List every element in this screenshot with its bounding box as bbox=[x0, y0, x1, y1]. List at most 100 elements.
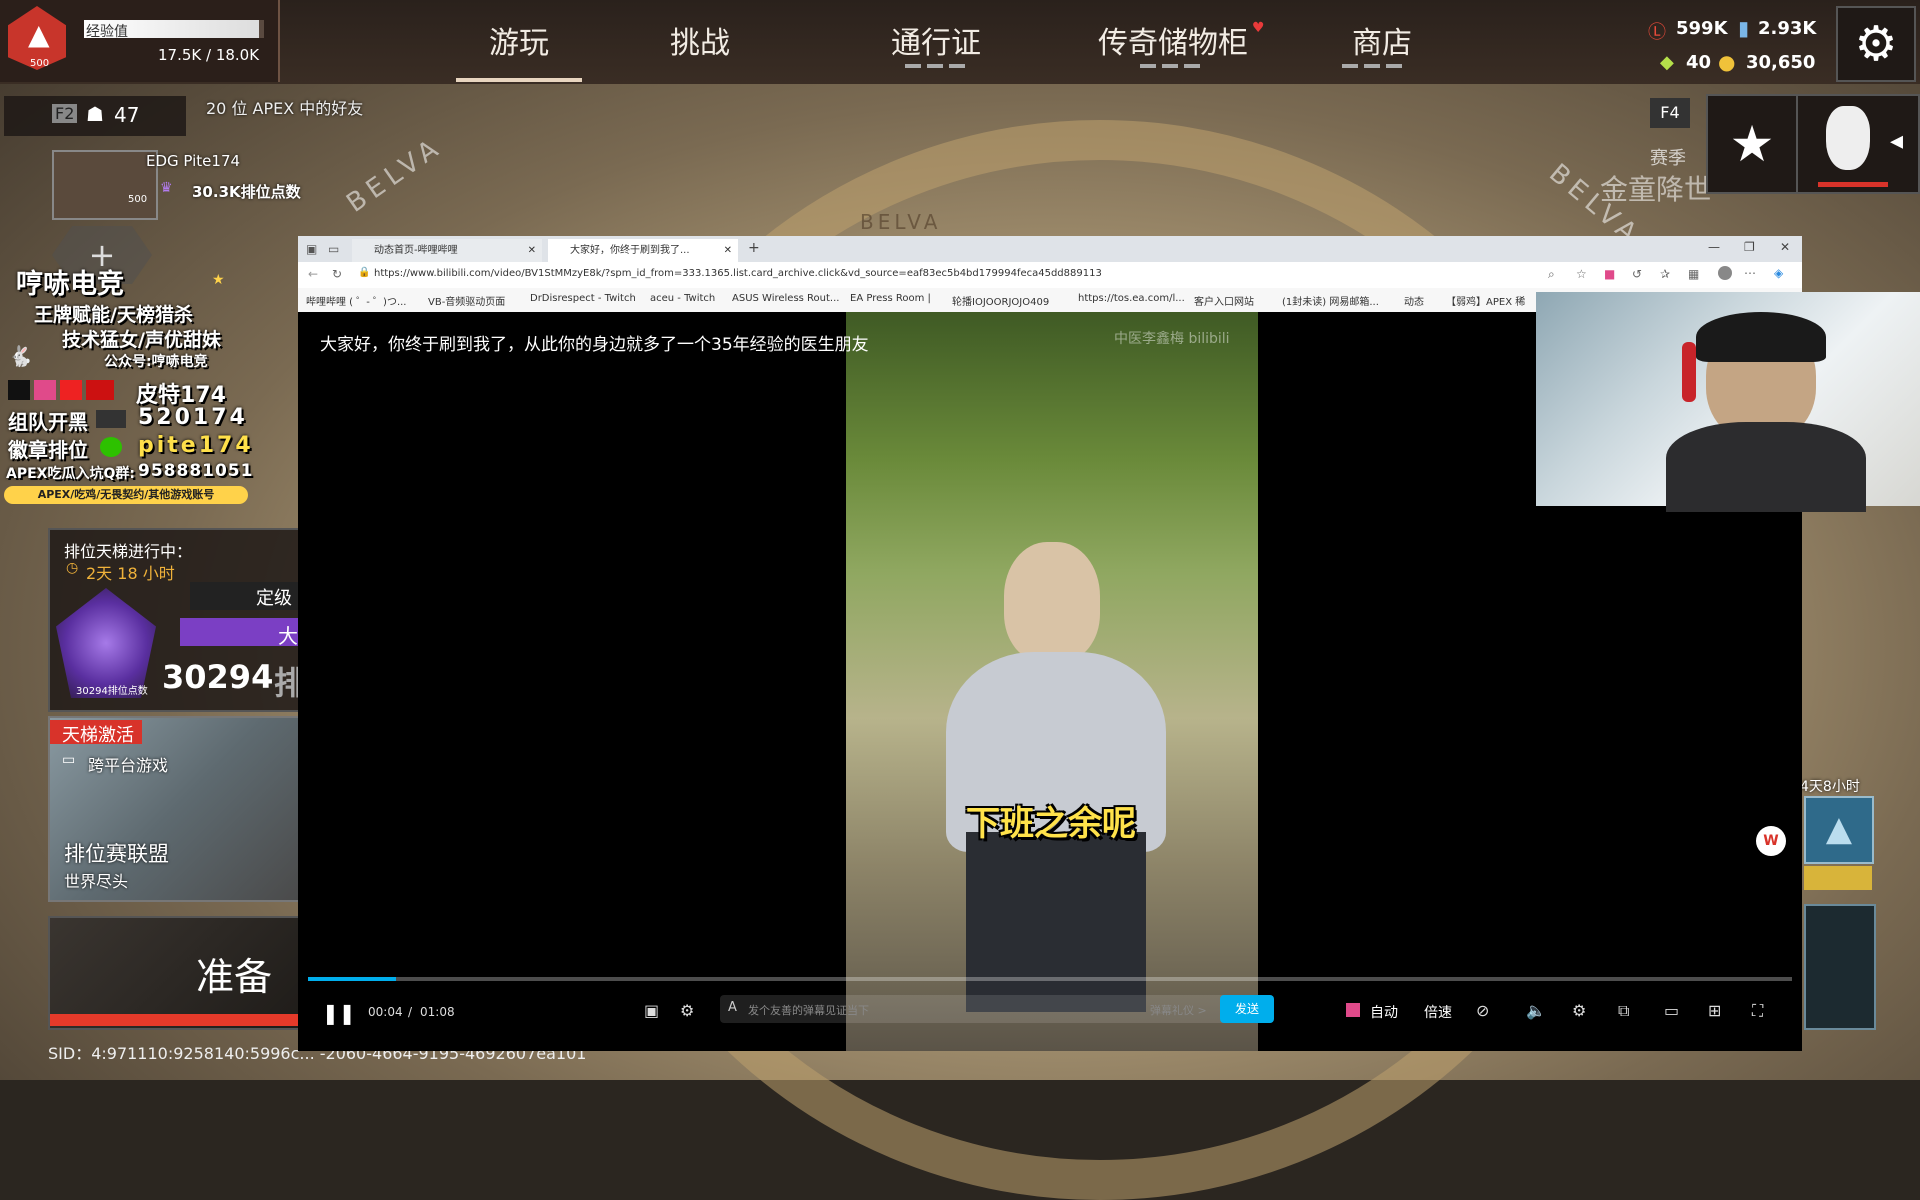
bookmark-star-icon[interactable]: ☆ bbox=[1576, 267, 1587, 281]
friends-icon: ☗ bbox=[86, 102, 104, 126]
tab-challenges[interactable]: 挑战 bbox=[640, 18, 760, 62]
kuaishou-icon bbox=[86, 380, 114, 400]
bookmark-item[interactable]: aceu - Twitch bbox=[650, 293, 715, 304]
person-head-shape bbox=[1004, 542, 1100, 662]
bookmark-item[interactable]: 哔哩哔哩 ( ゜- ゜)つ... bbox=[306, 293, 406, 308]
apex-logo-icon: ▲ bbox=[28, 18, 50, 51]
weapon-skin-card[interactable] bbox=[1804, 904, 1876, 1030]
stream-row2-value: 520174 bbox=[138, 405, 248, 430]
close-tab-icon[interactable]: ✕ bbox=[724, 239, 732, 262]
widescreen-icon[interactable]: ▭ bbox=[1664, 1001, 1679, 1020]
rank-icon: ♛ bbox=[160, 180, 173, 196]
minimize-icon[interactable]: — bbox=[1708, 240, 1720, 254]
douyin-icon bbox=[8, 380, 30, 400]
favorites-bar-icon[interactable]: ✰ bbox=[1660, 267, 1670, 281]
refresh-icon[interactable]: ↻ bbox=[332, 267, 342, 281]
xp-label: 经验值 bbox=[86, 24, 128, 40]
season-name: 金童降世 bbox=[1600, 173, 1713, 206]
danmaku-input[interactable]: 发个友善的弹幕见证当下 bbox=[748, 1002, 869, 1018]
legend-tokens-value: 599K bbox=[1676, 18, 1728, 39]
browser-tab-2-active[interactable]: 大家好，你终于刷到我了... ✕ bbox=[548, 239, 738, 262]
send-danmaku-button[interactable]: 发送 bbox=[1220, 995, 1274, 1023]
player-name: EDG Pite174 bbox=[146, 152, 241, 170]
danmaku-style-icon[interactable]: A bbox=[728, 1000, 737, 1015]
stream-line3: 公众号:哼哧电竞 bbox=[104, 354, 208, 370]
event-card[interactable]: ▲ bbox=[1804, 796, 1874, 864]
player-settings-icon[interactable]: ⚙ bbox=[1572, 1001, 1586, 1020]
bookmark-item[interactable]: (1封未读) 网易邮箱... bbox=[1282, 293, 1379, 308]
tab-play[interactable]: 游玩 bbox=[456, 18, 582, 62]
video-frame[interactable] bbox=[846, 312, 1258, 1051]
friends-count: 47 bbox=[114, 103, 140, 127]
bunny-sticker-icon: 🐇 bbox=[8, 344, 33, 368]
danmaku-etiquette-link[interactable]: 弹幕礼仪 > bbox=[1150, 1002, 1207, 1018]
maximize-icon[interactable]: ❐ bbox=[1744, 240, 1755, 254]
more-menu-icon[interactable]: ⋯ bbox=[1744, 266, 1756, 280]
danmaku-toggle-icon[interactable]: ▣ bbox=[644, 1001, 659, 1020]
season-label: 赛季 bbox=[1650, 148, 1686, 169]
collections-icon[interactable]: ▦ bbox=[1688, 267, 1699, 281]
speed-button[interactable]: 倍速 bbox=[1424, 1002, 1452, 1022]
progress-track[interactable] bbox=[308, 977, 1792, 981]
subtitle-off-icon[interactable]: ⊘ bbox=[1476, 1001, 1489, 1020]
player-avatar[interactable] bbox=[52, 150, 158, 220]
ai-subtitle-icon[interactable] bbox=[1346, 1003, 1360, 1017]
zoom-icon[interactable]: ⌕ bbox=[1548, 267, 1555, 282]
notification-heart-icon: ♥ bbox=[1252, 20, 1265, 36]
volume-icon[interactable]: 🔈 bbox=[1526, 1001, 1546, 1020]
settings-button[interactable]: ⚙ bbox=[1836, 6, 1916, 82]
tab-battle-pass[interactable]: 通行证 bbox=[866, 18, 1006, 62]
tier-label: 定级 bbox=[256, 588, 292, 609]
oopz-icon bbox=[96, 410, 126, 428]
clock-icon: ◷ bbox=[66, 560, 79, 576]
stream-row4-value: 958881051 bbox=[138, 461, 254, 481]
back-icon[interactable]: ← bbox=[308, 267, 318, 281]
bookmark-item[interactable]: https://tos.ea.com/l... bbox=[1078, 293, 1185, 304]
stream-row5: APEX/吃鸡/无畏契约/其他游戏账号 bbox=[4, 486, 248, 504]
floating-w-icon[interactable]: W bbox=[1756, 826, 1786, 856]
picture-in-picture-icon[interactable]: ⧉ bbox=[1618, 1001, 1629, 1021]
ready-button[interactable]: 准备 bbox=[48, 916, 302, 1030]
url-field[interactable]: https://www.bilibili.com/video/BV1StMMzy… bbox=[374, 268, 1474, 279]
sync-icon[interactable]: ↺ bbox=[1632, 267, 1642, 281]
danmaku-settings-icon[interactable]: ⚙ bbox=[680, 1001, 694, 1020]
pause-icon[interactable]: ❚❚ bbox=[322, 1001, 356, 1025]
web-fullscreen-icon[interactable]: ⊞ bbox=[1708, 1001, 1721, 1020]
ranked-card[interactable]: 排位天梯进行中： ◷ 2天 18 小时 定级 大 30294排位点数 30294… bbox=[48, 528, 306, 712]
tab-store[interactable]: 商店 bbox=[1330, 18, 1434, 62]
quality-auto-button[interactable]: 自动 bbox=[1370, 1002, 1398, 1022]
new-tab-button[interactable]: + bbox=[748, 240, 760, 256]
danmaku-input-box[interactable]: A 发个友善的弹幕见证当下 弹幕礼仪 > bbox=[720, 995, 1260, 1023]
favorites-button[interactable]: ★ bbox=[1706, 94, 1798, 194]
bookmark-item[interactable]: 客户入口网站 bbox=[1194, 293, 1254, 308]
tab-store-dash bbox=[1342, 64, 1402, 68]
copilot-icon[interactable]: ◈ bbox=[1774, 266, 1783, 280]
bookmark-item[interactable]: EA Press Room | bbox=[850, 293, 931, 304]
extension-icon[interactable]: ■ bbox=[1604, 267, 1615, 281]
crossplay-icon: ▭ bbox=[62, 752, 76, 768]
fullscreen-icon[interactable]: ⛶ bbox=[1752, 1001, 1763, 1021]
profile-avatar-icon[interactable] bbox=[1718, 266, 1732, 280]
tab-legends-locker[interactable]: 传奇储物柜 bbox=[1088, 18, 1258, 62]
time-separator: / bbox=[408, 1005, 413, 1019]
bookmark-item[interactable]: 动态 bbox=[1404, 293, 1424, 308]
tab-actions-icon[interactable]: ▣ bbox=[306, 242, 317, 256]
bookmark-item[interactable]: DrDisrespect - Twitch bbox=[530, 293, 636, 304]
streamer-shirt-shape bbox=[1666, 422, 1866, 512]
browser-tab-1[interactable]: 动态首页-哔哩哔哩 ✕ bbox=[352, 239, 542, 262]
bookmark-item[interactable]: 【弱鸡】APEX 稀 bbox=[1446, 293, 1525, 308]
legend-tokens-icon: Ⓛ bbox=[1648, 22, 1666, 43]
close-tab-icon[interactable]: ✕ bbox=[528, 239, 536, 262]
ladder-mode-card[interactable]: 天梯激活 ▭ 跨平台游戏 排位赛联盟 世界尽头 bbox=[48, 716, 302, 902]
xp-panel[interactable]: ▲ 500 经验值 17.5K / 18.0K bbox=[0, 0, 280, 82]
bookmark-item[interactable]: ASUS Wireless Rout... bbox=[732, 293, 839, 304]
bookmark-item[interactable]: VB-音频驱动页面 bbox=[428, 293, 505, 308]
headset-icon bbox=[1682, 342, 1696, 402]
close-window-icon[interactable]: ✕ bbox=[1780, 240, 1790, 254]
tab-list-icon[interactable]: ▭ bbox=[328, 242, 339, 256]
bookmark-item[interactable]: 轮播IOJOORJOJO409 bbox=[952, 293, 1049, 308]
friends-button[interactable]: F2 ☗ 47 bbox=[4, 96, 186, 136]
ranked-title: 排位天梯进行中： bbox=[64, 542, 193, 561]
character-button[interactable]: ◂ bbox=[1796, 94, 1920, 194]
weibo-icon bbox=[60, 380, 82, 400]
